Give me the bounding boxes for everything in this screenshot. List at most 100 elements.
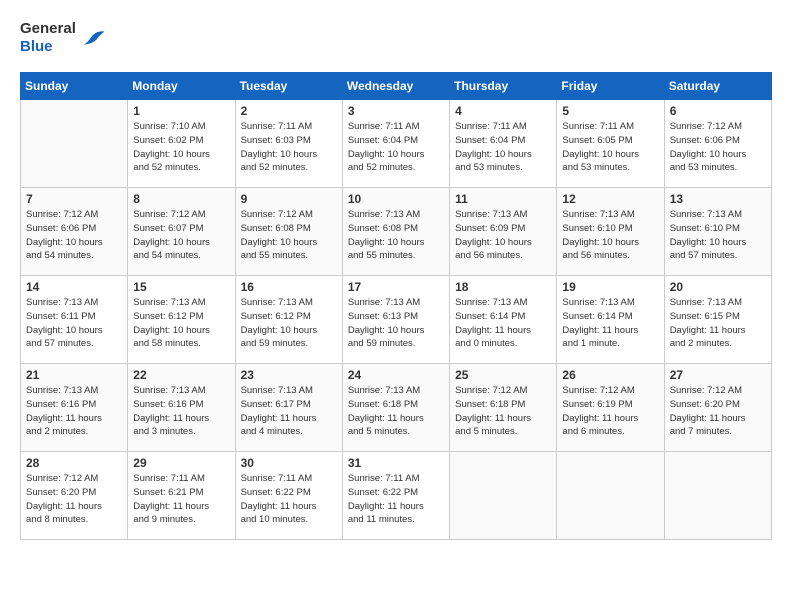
day-info: Sunrise: 7:12 AM Sunset: 6:06 PM Dayligh…	[26, 208, 122, 263]
calendar-cell: 4 Sunrise: 7:11 AM Sunset: 6:04 PM Daylig…	[450, 100, 557, 188]
week-row-5: 28 Sunrise: 7:12 AM Sunset: 6:20 PM Dayli…	[21, 452, 772, 540]
weekday-header-wednesday: Wednesday	[342, 73, 449, 100]
weekday-header-row: SundayMondayTuesdayWednesdayThursdayFrid…	[21, 73, 772, 100]
calendar-cell: 20 Sunrise: 7:13 AM Sunset: 6:15 PM Dayli…	[664, 276, 771, 364]
day-info: Sunrise: 7:11 AM Sunset: 6:22 PM Dayligh…	[241, 472, 337, 527]
calendar-cell: 16Sunrise: 7:13 AM Sunset: 6:12 PM Dayli…	[235, 276, 342, 364]
day-number: 22	[133, 368, 229, 382]
logo-wrapper: General Blue	[20, 20, 106, 56]
day-number: 4	[455, 104, 551, 118]
calendar-cell: 15Sunrise: 7:13 AM Sunset: 6:12 PM Dayli…	[128, 276, 235, 364]
day-number: 24	[348, 368, 444, 382]
day-info: Sunrise: 7:11 AM Sunset: 6:21 PM Dayligh…	[133, 472, 229, 527]
calendar-cell: 19 Sunrise: 7:13 AM Sunset: 6:14 PM Dayli…	[557, 276, 664, 364]
calendar-cell	[557, 452, 664, 540]
day-info: Sunrise: 7:12 AM Sunset: 6:07 PM Dayligh…	[133, 208, 229, 263]
calendar-table: SundayMondayTuesdayWednesdayThursdayFrid…	[20, 72, 772, 540]
day-number: 23	[241, 368, 337, 382]
day-info: Sunrise: 7:13 AM Sunset: 6:18 PM Dayligh…	[348, 384, 444, 439]
day-number: 13	[670, 192, 766, 206]
logo-blue: Blue	[20, 38, 76, 56]
calendar-cell: 10Sunrise: 7:13 AM Sunset: 6:08 PM Dayli…	[342, 188, 449, 276]
calendar-cell	[450, 452, 557, 540]
day-info: Sunrise: 7:13 AM Sunset: 6:12 PM Dayligh…	[241, 296, 337, 351]
day-number: 20	[670, 280, 766, 294]
weekday-header-sunday: Sunday	[21, 73, 128, 100]
logo-general: General	[20, 20, 76, 38]
calendar-cell: 27 Sunrise: 7:12 AM Sunset: 6:20 PM Dayli…	[664, 364, 771, 452]
day-info: Sunrise: 7:13 AM Sunset: 6:10 PM Dayligh…	[562, 208, 658, 263]
calendar-cell: 22Sunrise: 7:13 AM Sunset: 6:16 PM Dayli…	[128, 364, 235, 452]
day-info: Sunrise: 7:11 AM Sunset: 6:22 PM Dayligh…	[348, 472, 444, 527]
day-number: 17	[348, 280, 444, 294]
day-number: 30	[241, 456, 337, 470]
day-number: 28	[26, 456, 122, 470]
day-info: Sunrise: 7:12 AM Sunset: 6:06 PM Dayligh…	[670, 120, 766, 175]
calendar-cell: 14Sunrise: 7:13 AM Sunset: 6:11 PM Dayli…	[21, 276, 128, 364]
page-header: General Blue	[20, 20, 772, 56]
calendar-cell: 23Sunrise: 7:13 AM Sunset: 6:17 PM Dayli…	[235, 364, 342, 452]
calendar-cell: 21Sunrise: 7:13 AM Sunset: 6:16 PM Dayli…	[21, 364, 128, 452]
day-info: Sunrise: 7:10 AM Sunset: 6:02 PM Dayligh…	[133, 120, 229, 175]
calendar-cell: 3Sunrise: 7:11 AM Sunset: 6:04 PM Daylig…	[342, 100, 449, 188]
day-info: Sunrise: 7:12 AM Sunset: 6:20 PM Dayligh…	[670, 384, 766, 439]
calendar-cell: 18 Sunrise: 7:13 AM Sunset: 6:14 PM Dayli…	[450, 276, 557, 364]
day-number: 2	[241, 104, 337, 118]
day-info: Sunrise: 7:12 AM Sunset: 6:20 PM Dayligh…	[26, 472, 122, 527]
day-number: 25	[455, 368, 551, 382]
calendar-cell: 8 Sunrise: 7:12 AM Sunset: 6:07 PM Daylig…	[128, 188, 235, 276]
calendar-cell: 17Sunrise: 7:13 AM Sunset: 6:13 PM Dayli…	[342, 276, 449, 364]
weekday-header-saturday: Saturday	[664, 73, 771, 100]
calendar-cell: 1 Sunrise: 7:10 AM Sunset: 6:02 PM Daylig…	[128, 100, 235, 188]
day-info: Sunrise: 7:13 AM Sunset: 6:09 PM Dayligh…	[455, 208, 551, 263]
calendar-cell: 24 Sunrise: 7:13 AM Sunset: 6:18 PM Dayli…	[342, 364, 449, 452]
day-number: 3	[348, 104, 444, 118]
calendar-cell: 28 Sunrise: 7:12 AM Sunset: 6:20 PM Dayli…	[21, 452, 128, 540]
calendar-cell: 26Sunrise: 7:12 AM Sunset: 6:19 PM Dayli…	[557, 364, 664, 452]
logo: General Blue	[20, 20, 106, 56]
day-info: Sunrise: 7:13 AM Sunset: 6:15 PM Dayligh…	[670, 296, 766, 351]
weekday-header-tuesday: Tuesday	[235, 73, 342, 100]
logo-bird-icon	[82, 28, 106, 48]
day-number: 29	[133, 456, 229, 470]
week-row-1: 1 Sunrise: 7:10 AM Sunset: 6:02 PM Daylig…	[21, 100, 772, 188]
calendar-cell: 25 Sunrise: 7:12 AM Sunset: 6:18 PM Dayli…	[450, 364, 557, 452]
calendar-cell: 13 Sunrise: 7:13 AM Sunset: 6:10 PM Dayli…	[664, 188, 771, 276]
calendar-cell: 11 Sunrise: 7:13 AM Sunset: 6:09 PM Dayli…	[450, 188, 557, 276]
day-number: 9	[241, 192, 337, 206]
day-number: 7	[26, 192, 122, 206]
day-number: 27	[670, 368, 766, 382]
day-info: Sunrise: 7:11 AM Sunset: 6:04 PM Dayligh…	[455, 120, 551, 175]
day-info: Sunrise: 7:12 AM Sunset: 6:18 PM Dayligh…	[455, 384, 551, 439]
day-number: 18	[455, 280, 551, 294]
day-info: Sunrise: 7:13 AM Sunset: 6:14 PM Dayligh…	[562, 296, 658, 351]
logo-text: General Blue	[20, 20, 76, 56]
day-info: Sunrise: 7:13 AM Sunset: 6:16 PM Dayligh…	[26, 384, 122, 439]
calendar-cell: 30 Sunrise: 7:11 AM Sunset: 6:22 PM Dayli…	[235, 452, 342, 540]
calendar-cell: 6 Sunrise: 7:12 AM Sunset: 6:06 PM Daylig…	[664, 100, 771, 188]
day-number: 6	[670, 104, 766, 118]
calendar-cell: 29 Sunrise: 7:11 AM Sunset: 6:21 PM Dayli…	[128, 452, 235, 540]
week-row-4: 21Sunrise: 7:13 AM Sunset: 6:16 PM Dayli…	[21, 364, 772, 452]
calendar-cell: 7 Sunrise: 7:12 AM Sunset: 6:06 PM Daylig…	[21, 188, 128, 276]
day-info: Sunrise: 7:12 AM Sunset: 6:08 PM Dayligh…	[241, 208, 337, 263]
weekday-header-friday: Friday	[557, 73, 664, 100]
day-number: 1	[133, 104, 229, 118]
day-info: Sunrise: 7:11 AM Sunset: 6:05 PM Dayligh…	[562, 120, 658, 175]
day-number: 12	[562, 192, 658, 206]
day-number: 31	[348, 456, 444, 470]
day-number: 8	[133, 192, 229, 206]
day-info: Sunrise: 7:13 AM Sunset: 6:11 PM Dayligh…	[26, 296, 122, 351]
day-number: 11	[455, 192, 551, 206]
calendar-cell: 5Sunrise: 7:11 AM Sunset: 6:05 PM Daylig…	[557, 100, 664, 188]
day-info: Sunrise: 7:13 AM Sunset: 6:10 PM Dayligh…	[670, 208, 766, 263]
calendar-cell	[21, 100, 128, 188]
calendar-cell: 9 Sunrise: 7:12 AM Sunset: 6:08 PM Daylig…	[235, 188, 342, 276]
calendar-cell	[664, 452, 771, 540]
day-number: 10	[348, 192, 444, 206]
day-info: Sunrise: 7:13 AM Sunset: 6:14 PM Dayligh…	[455, 296, 551, 351]
day-number: 19	[562, 280, 658, 294]
day-info: Sunrise: 7:11 AM Sunset: 6:03 PM Dayligh…	[241, 120, 337, 175]
day-info: Sunrise: 7:13 AM Sunset: 6:12 PM Dayligh…	[133, 296, 229, 351]
calendar-cell: 31 Sunrise: 7:11 AM Sunset: 6:22 PM Dayli…	[342, 452, 449, 540]
